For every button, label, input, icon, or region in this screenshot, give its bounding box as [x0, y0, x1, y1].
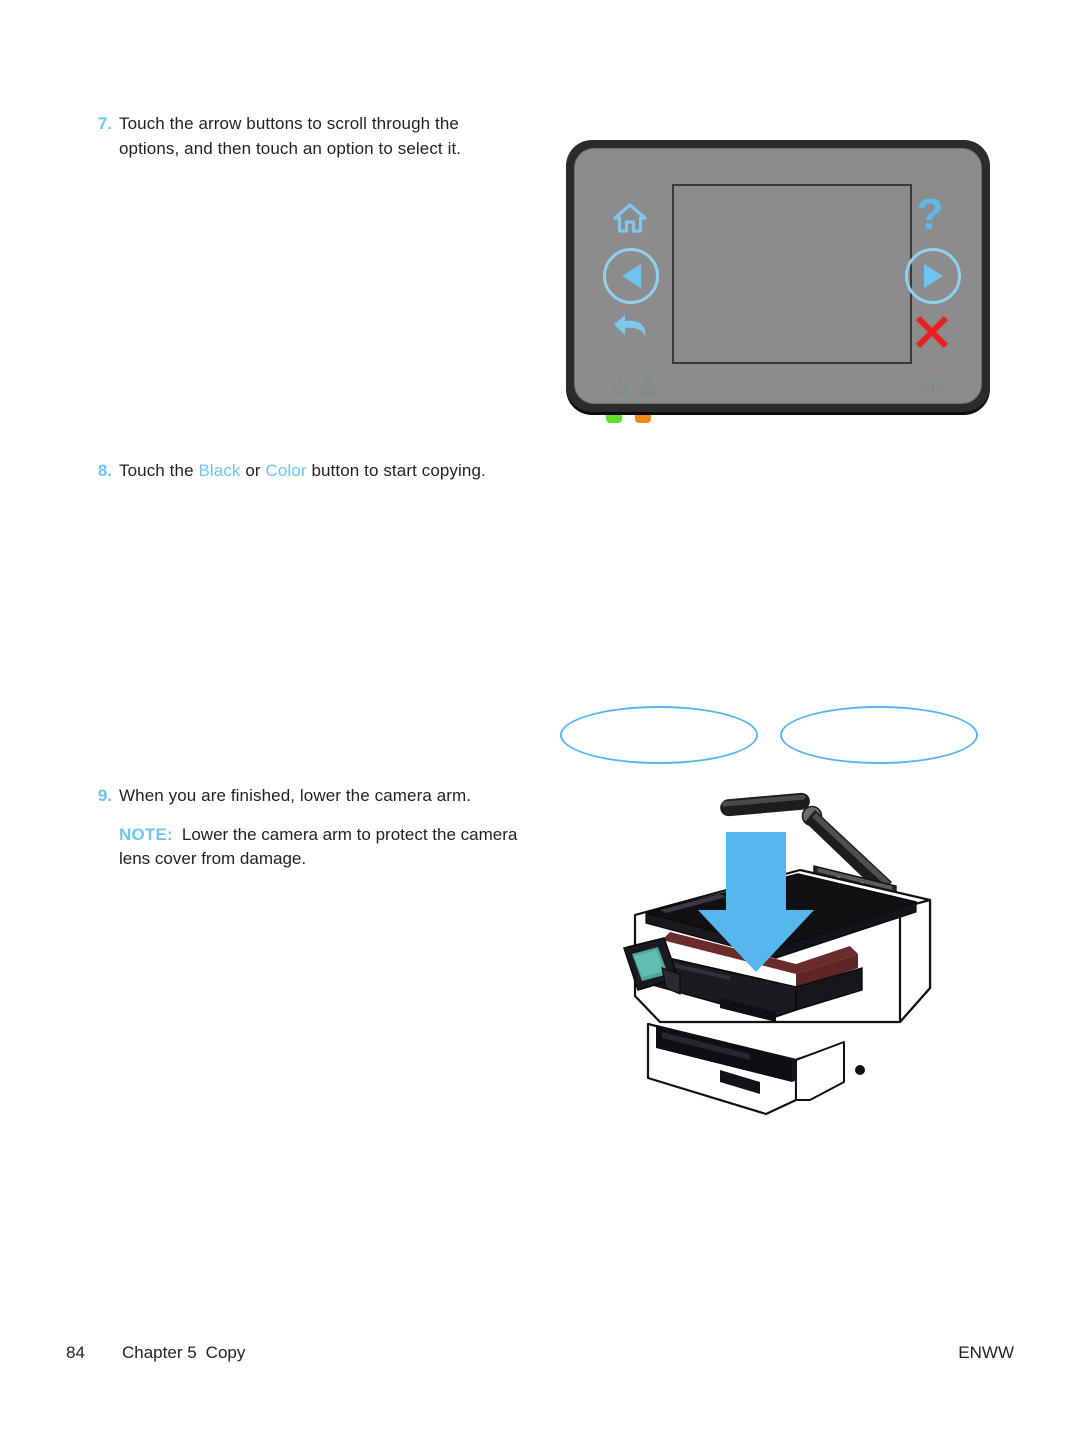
black-button-label: Black [198, 461, 241, 480]
step-item-7: 7. Touch the arrow buttons to scroll thr… [85, 112, 515, 161]
left-triangle-icon [621, 264, 641, 288]
back-arrow-icon[interactable] [611, 315, 649, 349]
callout-ellipse-right [780, 706, 978, 764]
callout-ellipses [560, 706, 980, 766]
note-label: NOTE: [119, 824, 173, 844]
document-page: 7. Touch the arrow buttons to scroll thr… [0, 0, 1080, 1437]
control-panel-face: ? [574, 148, 982, 404]
step-number: 8. [97, 461, 112, 480]
printer-front-button [855, 1065, 865, 1075]
led-attention-orange [635, 415, 651, 423]
step-text: Touch the arrow buttons to scroll throug… [119, 114, 462, 158]
callout-ellipse-left [560, 706, 758, 764]
step-text: When you are finished, lower the camera … [119, 786, 472, 805]
led-ready-green [606, 415, 622, 423]
left-arrow-button[interactable] [603, 248, 659, 304]
step-item-9: 9. When you are finished, lower the came… [85, 784, 525, 872]
note-text: Lower the camera arm to protect the came… [119, 824, 518, 869]
footer-chapter: Chapter 5 [122, 1343, 197, 1362]
footer-locale: ENWW [958, 1343, 1014, 1362]
right-arrow-ring [905, 248, 961, 304]
right-arrow-button[interactable] [905, 248, 961, 304]
paper-tray [646, 1022, 845, 1116]
step-text-before: Touch the [119, 461, 199, 480]
wireless-icon [921, 378, 945, 402]
step-item-8: 8. Touch the Black or Color button to st… [85, 459, 515, 484]
page-footer: 84 Chapter 5 Copy ENWW [66, 1343, 1014, 1363]
status-icon-group [611, 377, 657, 400]
control-panel-display [672, 184, 912, 364]
right-triangle-icon [923, 264, 943, 288]
step-number: 7. [97, 114, 112, 133]
step-text-after: button to start copying. [306, 461, 486, 480]
cancel-x-icon[interactable] [913, 313, 951, 351]
footer-page-number: 84 [66, 1343, 85, 1362]
help-glyph: ? [916, 190, 944, 239]
warning-triangle-icon [638, 377, 657, 400]
step-text: Touch the Black or Color button to start… [119, 459, 486, 484]
home-icon[interactable] [612, 201, 648, 235]
control-panel-illustration: ? [566, 140, 990, 423]
footer-section: Copy [205, 1343, 246, 1362]
printer-illustration [600, 782, 1000, 1122]
step-number: 9. [97, 786, 112, 805]
power-ready-icon [611, 377, 629, 400]
footer-left: 84 Chapter 5 Copy [66, 1343, 245, 1363]
left-arrow-ring [603, 248, 659, 304]
color-button-label: Color [265, 461, 307, 480]
step-9-content: When you are finished, lower the camera … [119, 784, 525, 872]
help-question-icon[interactable]: ? [913, 193, 947, 237]
note-block: NOTE: Lower the camera arm to protect the… [85, 823, 525, 872]
step-text-middle: or [240, 461, 266, 480]
control-panel-bezel: ? [566, 140, 990, 412]
